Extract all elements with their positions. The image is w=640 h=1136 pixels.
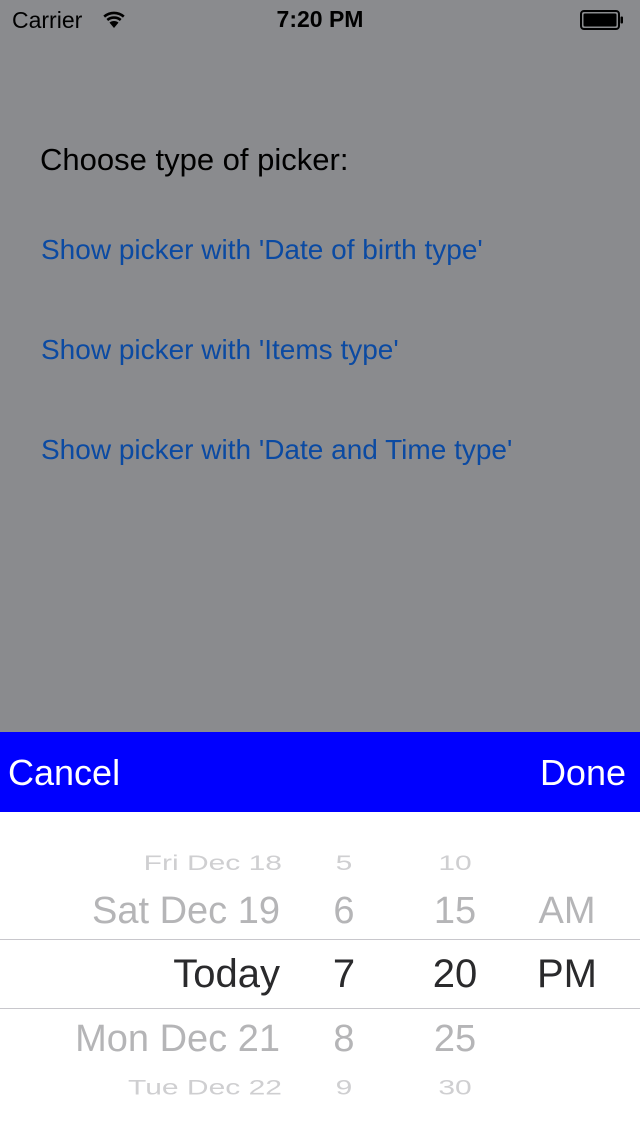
- main-content: Choose type of picker: Show picker with …: [0, 40, 640, 732]
- status-time: 7:20 PM: [276, 6, 364, 32]
- date-time-picker-link[interactable]: Show picker with 'Date and Time type': [41, 434, 512, 466]
- date-option-selected[interactable]: Today: [173, 952, 280, 997]
- minute-option-selected[interactable]: 20: [415, 952, 495, 997]
- hour-option[interactable]: 5: [314, 852, 374, 876]
- minute-option[interactable]: 25: [415, 1018, 495, 1061]
- hour-option[interactable]: 9: [314, 1076, 374, 1100]
- date-option[interactable]: Fri Dec 18: [144, 852, 282, 876]
- hour-option[interactable]: 6: [314, 890, 374, 933]
- selection-indicator-top: [0, 939, 640, 940]
- date-option[interactable]: Mon Dec 21: [75, 1018, 280, 1061]
- hour-option[interactable]: 8: [314, 1018, 374, 1061]
- done-button[interactable]: Done: [540, 752, 626, 794]
- minute-option[interactable]: 15: [415, 890, 495, 933]
- battery-icon: [580, 10, 623, 30]
- minute-option[interactable]: 30: [415, 1076, 495, 1100]
- picker-toolbar: Cancel Done: [0, 732, 640, 812]
- status-bar: Carrier 7:20 PM: [0, 0, 640, 40]
- date-option[interactable]: Sat Dec 19: [92, 890, 280, 933]
- selection-indicator-bottom: [0, 1008, 640, 1009]
- page-heading: Choose type of picker:: [40, 142, 349, 177]
- cancel-button[interactable]: Cancel: [8, 752, 120, 794]
- date-option[interactable]: Tue Dec 22: [128, 1076, 282, 1100]
- date-time-picker[interactable]: Fri Dec 18 Sat Dec 19 Today Mon Dec 21 T…: [0, 812, 640, 1136]
- hour-option-selected[interactable]: 7: [314, 952, 374, 997]
- items-picker-link[interactable]: Show picker with 'Items type': [41, 334, 399, 366]
- pm-option-selected[interactable]: PM: [525, 952, 609, 997]
- minute-option[interactable]: 10: [415, 852, 495, 876]
- date-of-birth-picker-link[interactable]: Show picker with 'Date of birth type': [41, 234, 483, 266]
- am-option[interactable]: AM: [525, 890, 609, 933]
